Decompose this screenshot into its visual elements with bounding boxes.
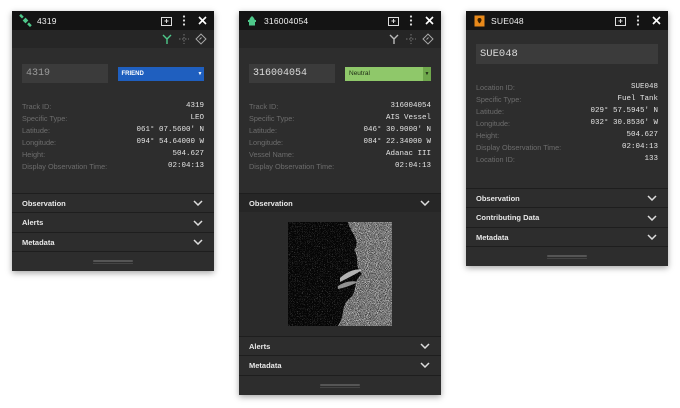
section-metadata[interactable]: Metadata bbox=[466, 227, 668, 246]
vessel-icon bbox=[245, 14, 259, 28]
more-options-icon[interactable] bbox=[403, 13, 419, 29]
property-row: Specific Type: AIS Vessel bbox=[249, 113, 431, 123]
affiliation-label: Neutral bbox=[349, 70, 370, 77]
section-observation[interactable]: Observation bbox=[12, 193, 214, 212]
panel-toolbar bbox=[239, 30, 441, 48]
property-row: Display Observation Time: 02:04:13 bbox=[476, 142, 658, 152]
property-row: Display Observation Time: 02:04:13 bbox=[249, 161, 431, 171]
pin-panel-icon[interactable] bbox=[612, 13, 628, 29]
properties-list: Location ID: SUE048 Specific Type: Fuel Ta… bbox=[466, 81, 668, 165]
divider bbox=[12, 251, 214, 252]
divider bbox=[466, 246, 668, 247]
property-row: Location ID: 133 bbox=[476, 154, 658, 164]
panel-titlebar: SUE048 bbox=[466, 11, 668, 30]
pin-panel-icon[interactable] bbox=[158, 13, 174, 29]
property-row: Latitude: 061° 07.5600' N bbox=[22, 125, 204, 135]
panel-title: 316004054 bbox=[264, 15, 309, 26]
satellite-icon bbox=[18, 14, 32, 28]
chevron-down-icon bbox=[646, 231, 658, 243]
move-icon[interactable] bbox=[177, 32, 191, 46]
properties-list: Track ID: 4319 Specific Type: LEO Latitude… bbox=[12, 100, 214, 172]
chevron-down-icon bbox=[419, 340, 431, 352]
location-id-input[interactable]: SUE048 bbox=[476, 44, 658, 64]
navigate-icon[interactable] bbox=[421, 32, 435, 46]
section-alerts[interactable]: Alerts bbox=[239, 336, 441, 355]
pin-panel-icon[interactable] bbox=[385, 13, 401, 29]
section-observation[interactable]: Observation bbox=[239, 193, 441, 212]
section-observation[interactable]: Observation bbox=[466, 188, 668, 207]
chevron-down-icon bbox=[419, 197, 431, 209]
chevron-down-icon bbox=[192, 236, 204, 248]
panel-titlebar: 316004054 bbox=[239, 11, 441, 30]
property-row: Latitude: 029° 57.5945' N bbox=[476, 106, 658, 116]
close-icon[interactable] bbox=[421, 13, 437, 29]
section-metadata[interactable]: Metadata bbox=[239, 355, 441, 374]
property-row: Longitude: 032° 30.8536' W bbox=[476, 118, 658, 128]
property-row: Specific Type: Fuel Tank bbox=[476, 94, 658, 104]
property-row: Latitude: 046° 30.9000' N bbox=[249, 125, 431, 135]
property-row: Vessel Name: Adanac III bbox=[249, 149, 431, 159]
chevron-down-icon bbox=[646, 192, 658, 204]
panel-titlebar: 4319 bbox=[12, 11, 214, 30]
more-options-icon[interactable] bbox=[630, 13, 646, 29]
observation-content bbox=[239, 212, 441, 336]
more-options-icon[interactable] bbox=[176, 13, 192, 29]
property-row: Track ID: 316004054 bbox=[249, 101, 431, 111]
move-icon[interactable] bbox=[404, 32, 418, 46]
resize-handle[interactable] bbox=[320, 384, 360, 388]
section-contributing-data[interactable]: Contributing Data bbox=[466, 207, 668, 227]
track-id-input[interactable]: 316004054 bbox=[249, 64, 335, 83]
property-row: Longitude: 094° 54.64000 W bbox=[22, 137, 204, 147]
panel-title: SUE048 bbox=[491, 15, 524, 26]
affiliation-dropdown[interactable]: Neutral ▼ bbox=[345, 66, 431, 81]
section-metadata[interactable]: Metadata bbox=[12, 232, 214, 251]
dropdown-caret-icon: ▼ bbox=[197, 70, 203, 77]
navigate-icon[interactable] bbox=[194, 32, 208, 46]
chevron-down-icon bbox=[192, 197, 204, 209]
section-alerts[interactable]: Alerts bbox=[12, 212, 214, 232]
location-pin-icon bbox=[472, 14, 486, 28]
close-icon[interactable] bbox=[648, 13, 664, 29]
resize-handle[interactable] bbox=[547, 255, 587, 259]
affiliation-label: FRIEND bbox=[121, 70, 144, 77]
property-row: Height: 504.627 bbox=[22, 149, 204, 159]
dropdown-caret-icon: ▼ bbox=[423, 66, 431, 81]
branch-icon[interactable] bbox=[387, 32, 401, 46]
property-row: Specific Type: LEO bbox=[22, 113, 204, 123]
track-panel-4319: 4319 4319 FRIEND ▼ Track ID: 4319 Specifi… bbox=[12, 11, 214, 271]
property-row: Track ID: 4319 bbox=[22, 101, 204, 111]
divider bbox=[239, 375, 441, 376]
sar-imagery[interactable] bbox=[288, 222, 392, 326]
track-panel-316004054: 316004054 316004054 Neutral ▼ Track ID: 3… bbox=[239, 11, 441, 395]
chevron-down-icon bbox=[419, 359, 431, 371]
property-row: Location ID: SUE048 bbox=[476, 82, 658, 92]
property-row: Display Observation Time: 02:04:13 bbox=[22, 161, 204, 171]
chevron-down-icon bbox=[646, 212, 658, 224]
property-row: Height: 504.627 bbox=[476, 130, 658, 140]
panel-title: 4319 bbox=[37, 15, 57, 26]
chevron-down-icon bbox=[192, 217, 204, 229]
panel-toolbar bbox=[12, 30, 214, 48]
track-id-input[interactable]: 4319 bbox=[22, 64, 108, 83]
affiliation-dropdown[interactable]: FRIEND ▼ bbox=[117, 66, 204, 81]
resize-handle[interactable] bbox=[93, 260, 133, 264]
property-row: Longitude: 084° 22.34000 W bbox=[249, 137, 431, 147]
close-icon[interactable] bbox=[194, 13, 210, 29]
properties-list: Track ID: 316004054 Specific Type: AIS Ves… bbox=[239, 100, 441, 172]
branch-icon[interactable] bbox=[160, 32, 174, 46]
location-panel-sue048: SUE048 SUE048 Location ID: SUE048 Specifi… bbox=[466, 11, 668, 266]
